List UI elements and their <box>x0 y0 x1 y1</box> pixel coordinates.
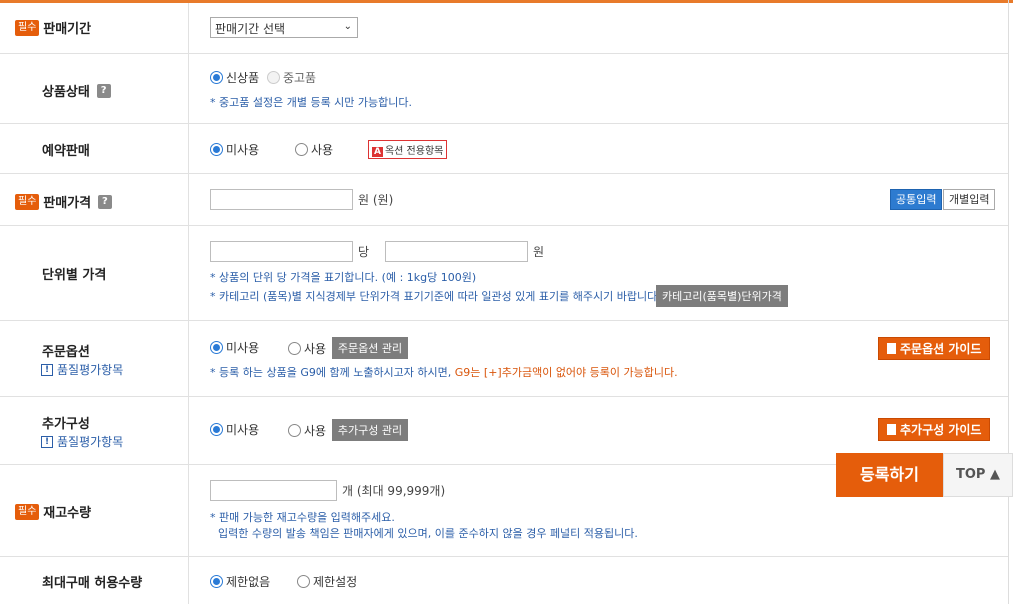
extra-on-label: 사용 <box>304 423 327 438</box>
condition-new-radio[interactable] <box>210 71 223 84</box>
order-option-on-label: 사용 <box>304 341 327 356</box>
row-reservation: 예약판매 미사용 사용 A 옥션 전용항목 <box>0 124 1008 174</box>
row-unit-price: 단위별 가격 당 원 * 상품의 단위 당 가격을 표기합니다. (예 : 1k… <box>0 226 1008 321</box>
order-option-on-radio[interactable] <box>288 341 301 355</box>
unit-price-note-1: * 상품의 단위 당 가격을 표기합니다. (예 : 1kg당 100원) <box>210 271 477 284</box>
order-option-note-text: * 등록 하는 상품을 G9에 함께 노출하시고자 하시면, <box>210 366 455 379</box>
order-option-label: 주문옵션 <box>42 345 90 360</box>
exclamation-icon: ! <box>41 435 53 448</box>
document-icon <box>887 343 896 354</box>
scroll-top-button[interactable]: TOP ▲ <box>943 453 1013 497</box>
sale-period-label: 판매기간 <box>43 22 92 37</box>
extra-on-radio[interactable] <box>288 423 301 437</box>
max-buy-unlimited-radio[interactable] <box>210 575 223 588</box>
condition-used-radio[interactable] <box>266 71 280 84</box>
help-icon[interactable]: ? <box>97 194 112 209</box>
unit-amount-input[interactable] <box>210 241 353 262</box>
order-option-off-radio[interactable] <box>210 341 223 354</box>
sale-period-select-value: 판매기간 선택 <box>215 22 286 36</box>
max-buy-unlimited-label: 제한없음 <box>226 575 271 589</box>
extra-guide-button[interactable]: 추가구성 가이드 <box>878 418 991 441</box>
unit-per-text: 당 <box>358 245 370 259</box>
unit-price-note-2: * 카테고리 (품목)별 지식경제부 단위가격 표기기준에 따라 일관성 있게 … <box>210 290 661 303</box>
exclamation-icon: ! <box>41 363 53 376</box>
document-icon <box>887 424 896 435</box>
reservation-off-radio[interactable] <box>210 143 223 156</box>
price-label: 판매가격 <box>43 196 92 211</box>
stock-note-2: 입력한 수량의 발송 책임은 판매자에게 있으며, 이를 준수하지 않을 경우 … <box>218 527 638 540</box>
quality-eval-link[interactable]: 품질평가항목 <box>57 363 123 377</box>
stock-input[interactable] <box>210 480 337 501</box>
stock-label: 재고수량 <box>43 506 92 521</box>
condition-used-label: 중고품 <box>282 71 317 85</box>
order-option-note: * 등록 하는 상품을 G9에 함께 노출하시고자 하시면, G9는 [+]추가… <box>210 364 678 380</box>
category-unit-price-button[interactable]: 카테고리(품목별)단위가격 <box>656 285 788 307</box>
row-condition: 상품상태 ? 신상품 중고품 * 중고품 설정은 개별 등록 시만 가능합니다. <box>0 54 1008 124</box>
quality-eval-link[interactable]: 품질평가항목 <box>57 435 123 449</box>
individual-input-toggle[interactable]: 개별입력 <box>943 189 996 210</box>
help-icon[interactable]: ? <box>96 83 111 98</box>
order-option-off-label: 미사용 <box>226 341 260 355</box>
extra-guide-label: 추가구성 가이드 <box>900 423 982 437</box>
common-input-toggle[interactable]: 공통입력 <box>890 189 943 210</box>
reservation-on-radio[interactable] <box>295 143 308 156</box>
max-buy-limit-label: 제한설정 <box>313 575 358 589</box>
reservation-label: 예약판매 <box>42 144 90 159</box>
row-order-option: 주문옵션 ! 품질평가항목 미사용 사용 주문옵션 관리 주문옵션 가이드 * 등… <box>0 321 1008 397</box>
row-sale-period: 필수 판매기간 판매기간 선택 ⌄ <box>0 3 1008 54</box>
auction-only-badge: A 옥션 전용항목 <box>368 140 448 159</box>
extra-manage-button[interactable]: 추가구성 관리 <box>331 419 409 441</box>
chevron-down-icon: ⌄ <box>343 21 352 32</box>
unit-won-text: 원 <box>533 245 545 259</box>
stock-unit: 개 (최대 99,999개) <box>342 484 446 498</box>
stock-note-1: * 판매 가능한 재고수량을 입력해주세요. <box>210 511 395 524</box>
condition-new-label: 신상품 <box>226 71 260 85</box>
auction-a-icon: A <box>372 147 383 157</box>
auction-only-text: 옥션 전용항목 <box>384 146 444 157</box>
required-badge: 필수 <box>15 503 40 520</box>
extra-off-radio[interactable] <box>210 423 223 436</box>
required-badge: 필수 <box>15 19 40 36</box>
max-buy-limit-radio[interactable] <box>297 575 310 588</box>
order-option-note-highlight: G9는 [+]추가금액이 없어야 등록이 가능합니다. <box>454 366 678 379</box>
reservation-on-label: 사용 <box>311 143 334 157</box>
required-badge: 필수 <box>15 193 40 210</box>
price-unit: 원 (원) <box>358 193 394 207</box>
max-buy-label: 최대구매 허용수량 <box>42 576 143 591</box>
extra-label: 추가구성 <box>42 417 90 432</box>
register-button[interactable]: 등록하기 <box>836 453 943 497</box>
right-border <box>1008 0 1009 604</box>
unit-price-label: 단위별 가격 <box>42 268 107 283</box>
order-option-guide-button[interactable]: 주문옵션 가이드 <box>878 337 991 360</box>
condition-label: 상품상태 <box>42 85 90 100</box>
condition-note: * 중고품 설정은 개별 등록 시만 가능합니다. <box>210 96 413 109</box>
order-option-guide-label: 주문옵션 가이드 <box>900 342 982 356</box>
order-option-manage-button[interactable]: 주문옵션 관리 <box>331 337 409 359</box>
row-max-buy: 최대구매 허용수량 제한없음 제한설정 <box>0 557 1008 604</box>
sale-period-select[interactable]: 판매기간 선택 ⌄ <box>210 17 358 38</box>
price-input[interactable] <box>210 189 353 210</box>
reservation-off-label: 미사용 <box>226 143 260 157</box>
unit-price-input[interactable] <box>385 241 528 262</box>
row-price: 필수 판매가격 ? 원 (원) 공통입력 개별입력 <box>0 174 1008 226</box>
extra-off-label: 미사용 <box>226 423 260 437</box>
